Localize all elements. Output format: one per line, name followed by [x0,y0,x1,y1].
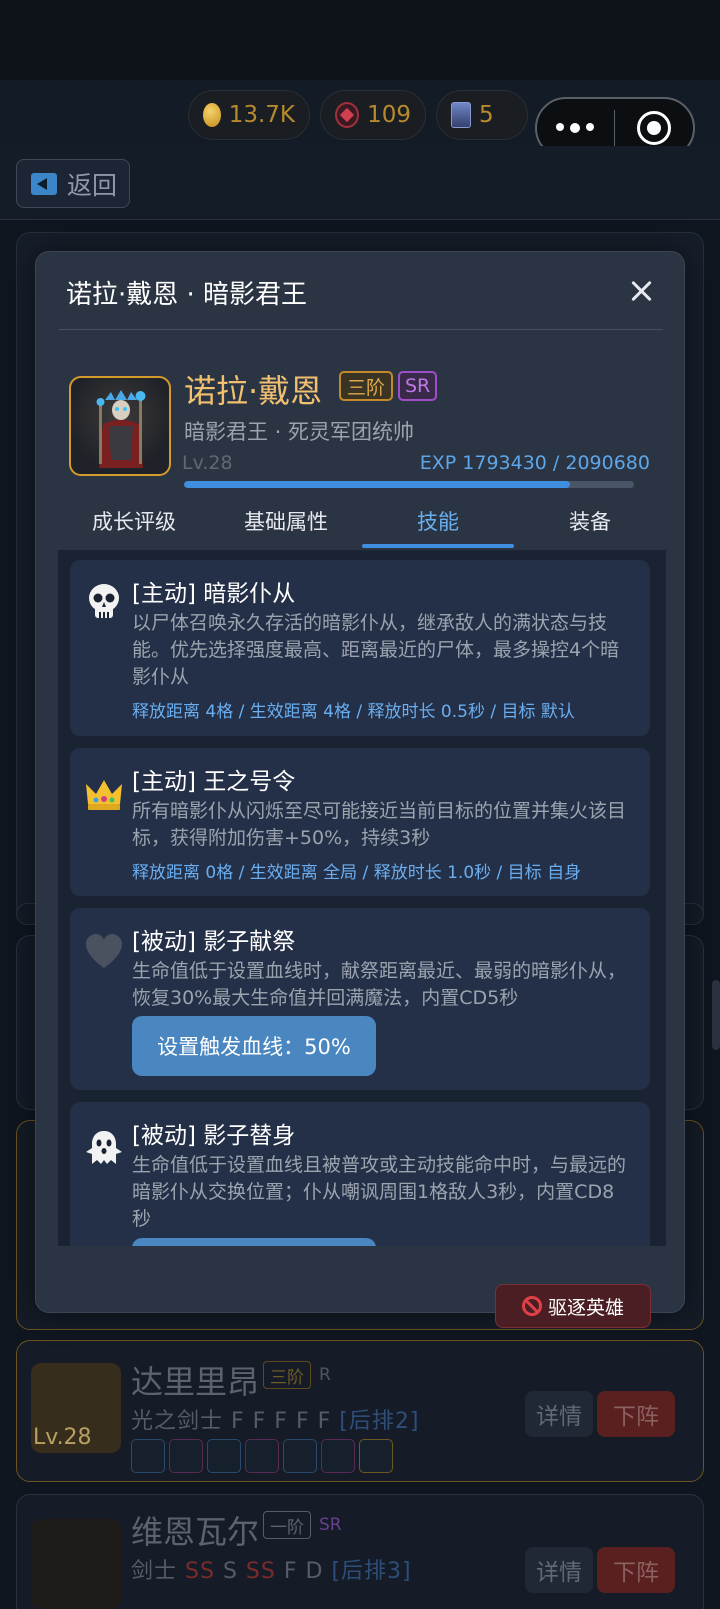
skill-title: [被动] 影子献祭 [132,929,296,955]
ghost-icon [86,1131,122,1164]
back-label: 返回 [67,170,118,200]
skill-title: [被动] 影子替身 [132,1123,296,1149]
skill-description: 生命值低于设置血线时，献祭距离最近、最弱的暗影仆从，恢复30%最大生命值并回满魔… [132,960,627,1009]
skull-icon [89,584,119,618]
crown-icon [86,780,122,810]
prohibited-icon [521,1296,542,1316]
evict-hero-button[interactable]: 驱逐英雄 [495,1284,651,1328]
hero-grade: D [305,1559,324,1584]
exp-progress-fill [184,481,570,488]
heart-icon [86,934,122,968]
hero-grade: SS [185,1559,215,1584]
skills-list[interactable]: [主动] 暗影仆从 以尸体召唤永久存活的暗影仆从，继承敌人的满状态与技能。优先选… [58,550,666,1246]
tab-skills[interactable]: 技能 [362,502,514,552]
exp-text: EXP 1793430 / 2090680 [419,452,650,474]
modal-title: 诺拉·戴恩 · 暗影君王 [66,280,308,310]
detail-button[interactable]: 详情 [525,1391,593,1437]
hero-level: Lv.28 [182,452,233,474]
skill-card: [被动] 影子替身 生命值低于设置血线且被普攻或主动技能命中时，与最远的暗影仆从… [70,1102,650,1246]
skill-title: [主动] 王之号令 [132,769,296,795]
back-arrow-icon [31,172,57,195]
hero-subtitle: 暗影君王 · 死灵军团统帅 [184,420,415,444]
divider [59,329,663,330]
skill-title: [主动] 暗影仆从 [132,581,296,607]
rarity-badge: SR [319,1515,342,1535]
close-icon[interactable] [626,276,656,306]
hero-name: 维恩瓦尔 [131,1513,260,1551]
skill-description: 以尸体召唤永久存活的暗影仆从，继承敌人的满状态与技能。优先选择强度最高、距离最近… [132,612,620,688]
hero-class-line: 剑士 SS S SS F D [后排3] [131,1553,412,1585]
card-counter: 5 [436,90,528,140]
hero-name: 达里里昂 [131,1363,260,1401]
tab-growth[interactable]: 成长评级 [58,502,210,552]
set-hp-threshold-button[interactable]: 设置触发血线：50% [132,1016,376,1076]
gem-counter: 109 [320,90,426,140]
rank-badge: 一阶 [263,1511,311,1539]
hero-class: 光之剑士 [131,1409,224,1434]
hero-class: 剑士 [131,1559,178,1584]
coin-icon [203,103,221,127]
hero-grade: S [222,1559,238,1584]
hero-portrait [69,376,171,476]
status-bar-area [0,0,720,80]
hero-position: [后排3] [331,1559,412,1584]
hero-name: 诺拉·戴恩 [184,372,323,410]
scrollbar[interactable] [712,980,720,1050]
hero-row[interactable]: Lv.28 达里里昂 三阶 R 光之剑士 F F F F F [后排2] 详情 … [16,1340,704,1482]
equipment-slots [131,1439,393,1473]
remove-button[interactable]: 下阵 [597,1391,675,1437]
skill-meta: 释放距离 4格 / 生效距离 4格 / 释放时长 0.5秒 / 目标 默认 [132,702,575,722]
rank-badge: 三阶 [339,371,394,401]
hero-grades: F F F F F [231,1409,332,1434]
rank-badge: 三阶 [263,1361,311,1389]
gold-counter: 13.7K [188,90,310,140]
tab-bar: 成长评级 基础属性 技能 装备 [58,502,666,552]
set-hp-threshold-button[interactable] [132,1238,376,1246]
hero-position: [后排2] [339,1409,420,1434]
hero-level: Lv.28 [33,1425,92,1450]
remove-button[interactable]: 下阵 [597,1547,675,1593]
target-icon [636,111,671,145]
hero-grade: F [283,1559,298,1584]
rarity-badge: SR [398,371,438,401]
close-miniprogram-button[interactable] [615,111,693,145]
tab-attributes[interactable]: 基础属性 [210,502,362,552]
detail-button[interactable]: 详情 [525,1547,593,1593]
skill-meta: 释放距离 0格 / 生效距离 全局 / 释放时长 1.0秒 / 目标 自身 [132,863,582,883]
back-button[interactable]: 返回 [16,159,130,208]
skill-card: [被动] 影子献祭 生命值低于设置血线时，献祭距离最近、最弱的暗影仆从，恢复30… [70,908,650,1090]
hero-row[interactable]: 维恩瓦尔 一阶 SR 剑士 SS S SS F D [后排3] 详情 下阵 [16,1494,704,1609]
skill-card: [主动] 暗影仆从 以尸体召唤永久存活的暗影仆从，继承敌人的满状态与技能。优先选… [70,560,650,736]
skill-card: [主动] 王之号令 所有暗影仆从闪烁至尽可能接近当前目标的位置并集火该目标，获得… [70,748,650,896]
card-icon [451,102,471,128]
more-menu-button[interactable] [537,123,614,133]
rarity-badge: R [319,1365,331,1385]
exp-progress-bar [184,481,634,488]
card-value: 5 [479,102,494,128]
evict-label: 驱逐英雄 [547,1296,624,1319]
undead-king-icon [96,390,146,468]
hero-class-line: 光之剑士 F F F F F [后排2] [131,1403,419,1435]
gold-value: 13.7K [228,102,295,128]
tab-equipment[interactable]: 装备 [514,502,666,552]
gem-icon [335,102,360,128]
skill-description: 所有暗影仆从闪烁至尽可能接近当前目标的位置并集火该目标，获得附加伤害+50%，持… [132,800,627,849]
skill-description: 生命值低于设置血线且被普攻或主动技能命中时，与最远的暗影仆从交换位置；仆从嘲讽周… [132,1154,627,1230]
gem-value: 109 [367,102,411,128]
hero-grade: SS [245,1559,276,1584]
hero-avatar [31,1519,121,1609]
hero-detail-modal: 诺拉·戴恩 · 暗影君王 诺拉·戴恩 三阶 SR 暗影君王 · 死灵军团统帅 L… [35,251,685,1328]
